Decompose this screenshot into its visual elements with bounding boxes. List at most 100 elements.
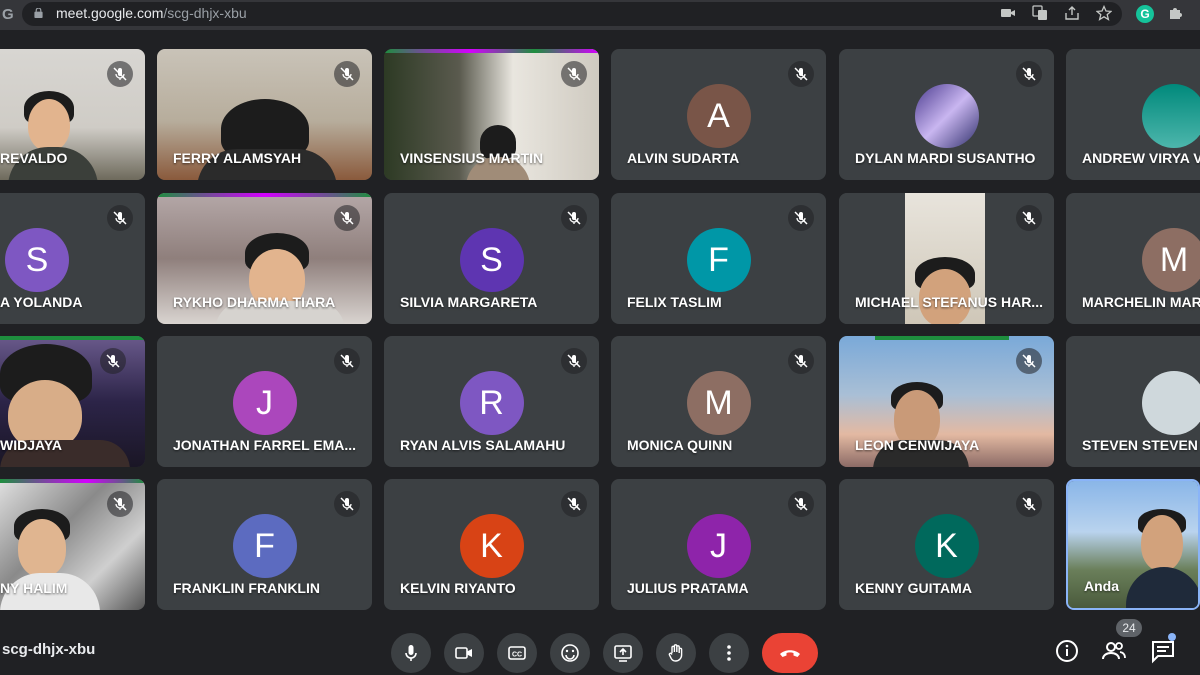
present-screen-button[interactable] <box>603 633 643 673</box>
muted-mic-icon <box>788 348 814 374</box>
participant-tile[interactable]: DYLAN MARDI SUSANTHO <box>839 49 1054 180</box>
chat-notification-dot <box>1168 633 1176 641</box>
muted-mic-icon <box>100 348 126 374</box>
muted-mic-icon <box>561 491 587 517</box>
meeting-info-icon[interactable] <box>1054 638 1080 664</box>
mic-button[interactable] <box>391 633 431 673</box>
participant-tile[interactable]: VINSENSIUS MARTIN <box>384 49 599 180</box>
captions-button[interactable]: CC <box>497 633 537 673</box>
browser-address-bar: G meet.google.com/scg-dhjx-xbu G <box>0 0 1200 30</box>
muted-mic-icon <box>1016 61 1042 87</box>
raise-hand-button[interactable] <box>656 633 696 673</box>
grammarly-icon[interactable]: G <box>1136 5 1154 23</box>
lock-icon[interactable] <box>34 8 43 18</box>
participant-tile[interactable]: M MONICA QUINN <box>611 336 826 467</box>
muted-mic-icon <box>107 491 133 517</box>
participant-tile[interactable]: MICHAEL STEFANUS HAR... <box>839 193 1054 324</box>
muted-mic-icon <box>334 491 360 517</box>
participant-name: KELVIN RIYANTO <box>400 580 516 596</box>
participant-tile[interactable]: STEVEN STEVEN <box>1066 336 1200 467</box>
translate-icon[interactable] <box>1032 5 1048 21</box>
participant-tile[interactable]: S SILVIA MARGARETA <box>384 193 599 324</box>
url-path: /scg-dhjx-xbu <box>163 5 247 21</box>
google-icon[interactable]: G <box>2 6 16 24</box>
speaking-indicator <box>384 49 599 53</box>
bookmark-star-icon[interactable] <box>1096 5 1112 21</box>
muted-mic-icon <box>334 61 360 87</box>
participant-tile[interactable]: RYKHO DHARMA TIARA <box>157 193 372 324</box>
avatar: R <box>459 371 524 435</box>
svg-text:CC: CC <box>512 652 522 659</box>
participant-name: RYAN ALVIS SALAMAHU <box>400 437 566 453</box>
participant-tile[interactable]: S A YOLANDA <box>0 193 145 324</box>
camera-blocked-icon[interactable] <box>1000 5 1016 21</box>
captions-icon: CC <box>508 646 526 660</box>
muted-mic-icon <box>1016 491 1042 517</box>
muted-mic-icon <box>107 61 133 87</box>
camera-button[interactable] <box>444 633 484 673</box>
participant-name: JULIUS PRATAMA <box>627 580 749 596</box>
participant-name: DYLAN MARDI SUSANTHO <box>855 150 1036 166</box>
more-options-icon <box>727 645 731 661</box>
participant-tile[interactable]: WIDJAYA <box>0 336 145 467</box>
extensions-puzzle-icon[interactable] <box>1168 5 1184 21</box>
participant-name: JONATHAN FARREL EMA... <box>173 437 357 453</box>
muted-mic-icon <box>788 61 814 87</box>
participant-name: ANDREW VIRYA VI <box>1082 150 1200 166</box>
self-view-tile[interactable]: Anda <box>1066 479 1200 610</box>
url-text[interactable]: meet.google.com/scg-dhjx-xbu <box>56 5 247 21</box>
leave-call-button[interactable] <box>762 633 818 673</box>
participant-name: A YOLANDA <box>0 294 83 310</box>
more-options-button[interactable] <box>709 633 749 673</box>
participant-tile[interactable]: LEON CENWIJAYA <box>839 336 1054 467</box>
participant-name: LEON CENWIJAYA <box>855 437 980 453</box>
muted-mic-icon <box>788 491 814 517</box>
muted-mic-icon <box>334 205 360 231</box>
present-icon <box>614 645 632 662</box>
emoji-reaction-button[interactable] <box>550 633 590 673</box>
participant-tile[interactable]: M MARCHELIN MAR <box>1066 193 1200 324</box>
participant-name: NY HALIM <box>0 580 68 596</box>
meeting-code: scg-dhjx-xbu <box>2 641 96 658</box>
chat-icon[interactable] <box>1150 638 1176 664</box>
participant-tile[interactable]: NY HALIM <box>0 479 145 610</box>
self-name: Anda <box>1084 578 1119 594</box>
avatar: S <box>5 228 69 292</box>
participant-name: KENNY GUITAMA <box>855 580 972 596</box>
participant-tile[interactable]: K KENNY GUITAMA <box>839 479 1054 610</box>
mic-icon <box>405 645 417 661</box>
participant-count-badge: 24 <box>1116 619 1142 637</box>
share-icon[interactable] <box>1064 5 1080 21</box>
participant-tile[interactable]: J JONATHAN FARREL EMA... <box>157 336 372 467</box>
participant-tile[interactable]: FERRY ALAMSYAH <box>157 49 372 180</box>
participant-name: FERRY ALAMSYAH <box>173 150 302 166</box>
participant-tile[interactable]: F FRANKLIN FRANKLIN <box>157 479 372 610</box>
participant-tile[interactable]: A ALVIN SUDARTA <box>611 49 826 180</box>
participant-tile[interactable]: J JULIUS PRATAMA <box>611 479 826 610</box>
participant-name: MONICA QUINN <box>627 437 733 453</box>
muted-mic-icon <box>334 348 360 374</box>
participant-name: REVALDO <box>0 150 68 166</box>
muted-mic-icon <box>561 61 587 87</box>
muted-mic-icon <box>561 348 587 374</box>
participants-icon[interactable] <box>1101 638 1127 664</box>
participant-name: SILVIA MARGARETA <box>400 294 538 310</box>
raise-hand-icon <box>668 644 683 662</box>
avatar: S <box>459 228 524 292</box>
participant-tile[interactable]: F FELIX TASLIM <box>611 193 826 324</box>
speaking-indicator <box>0 479 145 483</box>
avatar-image <box>1142 84 1200 148</box>
participant-tile[interactable]: K KELVIN RIYANTO <box>384 479 599 610</box>
omnibox[interactable]: meet.google.com/scg-dhjx-xbu <box>22 2 1122 26</box>
participant-name: MARCHELIN MAR <box>1082 294 1200 310</box>
participant-tile[interactable]: R RYAN ALVIS SALAMAHU <box>384 336 599 467</box>
emoji-icon <box>561 644 579 662</box>
participant-name: ALVIN SUDARTA <box>627 150 740 166</box>
participant-tile[interactable]: ANDREW VIRYA VI <box>1066 49 1200 180</box>
muted-mic-icon <box>788 205 814 231</box>
participant-tile[interactable]: REVALDO <box>0 49 145 180</box>
muted-mic-icon <box>1016 205 1042 231</box>
muted-mic-icon <box>1016 348 1042 374</box>
avatar: K <box>459 514 524 578</box>
avatar: F <box>686 228 751 292</box>
